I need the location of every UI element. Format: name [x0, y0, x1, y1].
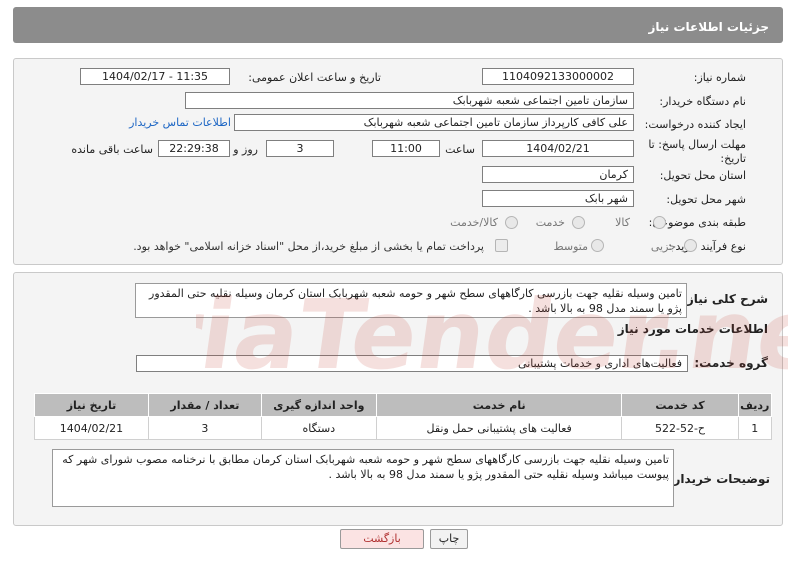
buyer-notes-label: توضیحات خریدار: — [668, 472, 770, 486]
cell-quantity: 3 — [147, 416, 262, 440]
city-label: شهر محل تحویل: — [666, 193, 746, 206]
need-number-field[interactable]: 1104092133000002 — [482, 68, 634, 85]
buyer-org-label: نام دستگاه خریدار: — [659, 95, 746, 108]
process-small-label: جزیی — [650, 240, 676, 253]
service-group-field[interactable]: فعالیت‌های اداری و خدمات پشتیبانی — [136, 355, 688, 372]
services-section-title: اطلاعات خدمات مورد نیاز — [617, 322, 768, 336]
col-quantity: تعداد / مقدار — [147, 393, 262, 417]
cell-unit: دستگاه — [260, 416, 377, 440]
treasury-payment-checkbox[interactable] — [495, 239, 508, 252]
category-goods-label: کالا — [615, 216, 630, 229]
category-service-radio[interactable] — [572, 216, 585, 229]
process-medium-radio[interactable] — [591, 239, 604, 252]
col-unit: واحد اندازه گیری — [260, 393, 377, 417]
summary-label: شرح کلی نیاز: — [682, 292, 768, 306]
back-button[interactable]: بازگشت — [340, 529, 424, 549]
province-label: استان محل تحویل: — [659, 169, 746, 182]
cell-service-code: ح-52-522 — [621, 416, 739, 440]
page: جزئیات اطلاعات نیاز شماره نیاز: 11040921… — [0, 0, 788, 566]
table-row[interactable]: 1 ح-52-522 فعالیت های پشتیبانی حمل ونقل … — [34, 416, 773, 440]
requester-label: ایجاد کننده درخواست: — [644, 118, 746, 131]
services-table-header: ردیف کد خدمت نام خدمت واحد اندازه گیری ت… — [34, 393, 773, 417]
province-field[interactable]: کرمان — [482, 166, 634, 183]
remaining-time-label: ساعت باقی مانده — [71, 143, 153, 156]
deadline-time-field[interactable]: 11:00 — [372, 140, 440, 157]
remaining-time-field[interactable]: 22:29:38 — [158, 140, 230, 157]
cell-row-number: 1 — [737, 416, 773, 440]
service-group-label: گروه خدمت: — [694, 356, 768, 370]
deadline-date-field[interactable]: 1404/02/21 — [482, 140, 634, 157]
announce-date-field[interactable]: 1404/02/17 - 11:35 — [80, 68, 230, 85]
process-medium-label: متوسط — [553, 240, 588, 253]
treasury-payment-note: پرداخت تمام یا بخشی از مبلغ خرید،از محل … — [133, 240, 484, 253]
cell-service-name: فعالیت های پشتیبانی حمل ونقل — [375, 416, 623, 440]
col-service-code: کد خدمت — [621, 393, 739, 417]
buyer-org-field[interactable]: سازمان تامین اجتماعی شعبه شهربابک — [185, 92, 634, 109]
need-number-label: شماره نیاز: — [693, 71, 746, 84]
announce-date-label: تاریخ و ساعت اعلان عمومی: — [248, 71, 381, 84]
cell-need-date: 1404/02/21 — [34, 416, 149, 440]
days-remaining-field[interactable]: 3 — [266, 140, 334, 157]
col-service-name: نام خدمت — [375, 393, 623, 417]
category-goods-service-radio[interactable] — [505, 216, 518, 229]
city-field[interactable]: شهر بابک — [482, 190, 634, 207]
category-goods-radio[interactable] — [653, 216, 666, 229]
page-title: جزئیات اطلاعات نیاز — [13, 7, 783, 43]
deadline-label: مهلت ارسال پاسخ: تا تاریخ: — [648, 138, 746, 165]
col-row-number: ردیف — [737, 393, 773, 417]
deadline-time-label: ساعت — [445, 143, 475, 156]
buyer-contact-link[interactable]: اطلاعات تماس خریدار — [129, 116, 231, 129]
process-small-radio[interactable] — [684, 239, 697, 252]
col-need-date: تاریخ نیاز — [34, 393, 149, 417]
requester-field[interactable]: علی کافی کارپرداز سازمان تامین اجتماعی ش… — [234, 114, 634, 131]
days-label: روز و — [233, 143, 258, 156]
process-type-label: نوع فرآیند خرید : — [668, 240, 746, 253]
category-goods-service-label: کالا/خدمت — [450, 216, 498, 229]
buyer-notes-textarea[interactable]: تامین وسیله نقلیه جهت بازرسی کارگاههای س… — [52, 449, 674, 507]
print-button[interactable]: چاپ — [430, 529, 468, 549]
category-service-label: خدمت — [535, 216, 565, 229]
summary-textarea[interactable]: تامین وسیله نقلیه جهت بازرسی کارگاههای س… — [135, 283, 687, 318]
services-table: ردیف کد خدمت نام خدمت واحد اندازه گیری ت… — [34, 393, 773, 440]
